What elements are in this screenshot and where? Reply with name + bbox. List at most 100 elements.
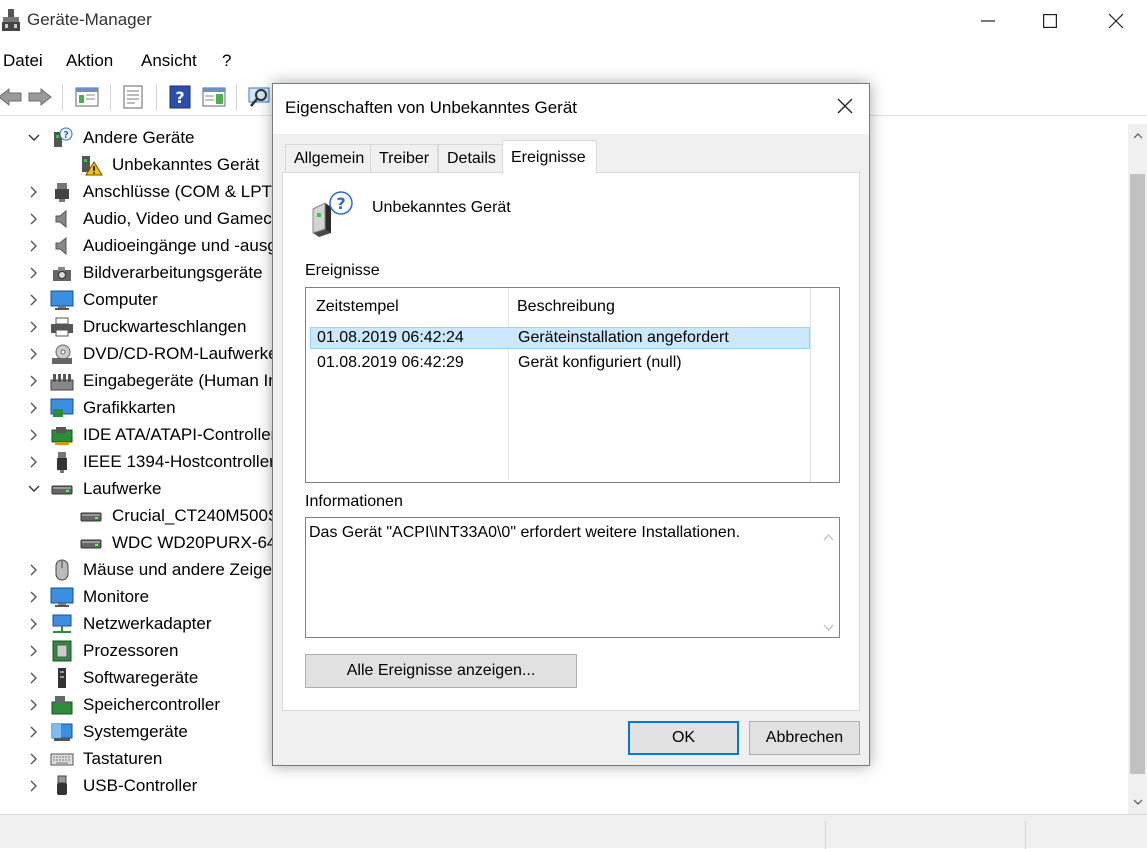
- scan-hardware-icon[interactable]: [246, 83, 274, 111]
- chevron-right-icon[interactable]: [27, 563, 41, 577]
- forward-arrow-icon[interactable]: [26, 83, 54, 111]
- scrollbar-thumb[interactable]: [1130, 174, 1145, 774]
- column-header-beschreibung[interactable]: Beschreibung: [517, 298, 615, 316]
- svg-text:?: ?: [336, 194, 345, 213]
- menu-bar: Datei Aktion Ansicht ?: [0, 46, 1147, 76]
- scroll-down-icon[interactable]: [823, 616, 834, 636]
- storage-controller-icon: [50, 694, 74, 716]
- tree-label: Netzwerkadapter: [83, 614, 212, 633]
- chevron-right-icon[interactable]: [27, 455, 41, 469]
- device-name: Unbekanntes Gerät: [372, 199, 511, 216]
- tree-label: Unbekanntes Gerät: [112, 155, 260, 174]
- unknown-device-icon: ?: [309, 189, 355, 239]
- properties-dialog: Eigenschaften von Unbekanntes Gerät Allg…: [272, 83, 870, 766]
- tree-label: IEEE 1394-Hostcontroller: [83, 452, 275, 471]
- chevron-right-icon[interactable]: [27, 293, 41, 307]
- tree-node-usb-controller[interactable]: USB-Controller: [0, 773, 1128, 800]
- dialog-title-bar: Eigenschaften von Unbekanntes Gerät: [273, 84, 869, 134]
- event-row[interactable]: 01.08.2019 06:42:24 Geräteinstallation a…: [310, 327, 810, 349]
- cpu-icon: [50, 640, 74, 662]
- mouse-icon: [50, 559, 74, 581]
- dialog-title: Eigenschaften von Unbekanntes Gerät: [285, 98, 578, 117]
- info-textbox[interactable]: Das Gerät "ACPI\INT33A0\0" erfordert wei…: [305, 517, 840, 638]
- printer-icon: [50, 316, 74, 338]
- usb-icon: [50, 775, 74, 797]
- action-pane-icon[interactable]: [200, 83, 228, 111]
- chevron-right-icon[interactable]: [27, 644, 41, 658]
- close-window-button[interactable]: [1085, 0, 1147, 42]
- back-arrow-icon[interactable]: [0, 83, 24, 111]
- tab-ereignisse[interactable]: Ereignisse: [502, 140, 597, 174]
- tree-label: USB-Controller: [83, 776, 198, 795]
- minimize-button[interactable]: [957, 0, 1019, 42]
- tab-allgemein[interactable]: Allgemein: [285, 144, 374, 172]
- chevron-down-icon[interactable]: [27, 131, 41, 145]
- software-device-icon: [50, 667, 74, 689]
- window-title: Geräte-Manager: [27, 10, 152, 29]
- ok-button[interactable]: OK: [628, 721, 739, 755]
- system-icon: [50, 721, 74, 743]
- chevron-right-icon[interactable]: [27, 212, 41, 226]
- drive-icon: [79, 505, 103, 527]
- events-list[interactable]: Zeitstempel Beschreibung 01.08.2019 06:4…: [305, 287, 840, 483]
- tree-label: Anschlüsse (COM & LPT): [83, 182, 278, 201]
- chevron-right-icon[interactable]: [27, 698, 41, 712]
- tree-label: Bildverarbeitungsgeräte: [83, 263, 263, 282]
- tree-label: Tastaturen: [83, 749, 163, 768]
- speaker-icon: [50, 235, 74, 257]
- chevron-down-icon[interactable]: [27, 482, 41, 496]
- menu-help[interactable]: ?: [222, 51, 231, 71]
- chevron-right-icon[interactable]: [27, 428, 41, 442]
- chevron-right-icon[interactable]: [27, 347, 41, 361]
- event-description: Geräteinstallation angefordert: [518, 329, 729, 346]
- chevron-right-icon[interactable]: [27, 239, 41, 253]
- title-bar: Geräte-Manager: [0, 0, 1147, 42]
- help-icon[interactable]: ?: [166, 83, 194, 111]
- info-section-label: Informationen: [305, 493, 403, 510]
- tab-treiber[interactable]: Treiber: [370, 144, 439, 172]
- show-hide-console-tree-icon[interactable]: [73, 83, 101, 111]
- unknown-device-icon: ?: [50, 127, 74, 149]
- keyboard-icon: [50, 748, 74, 770]
- svg-text:?: ?: [175, 88, 184, 107]
- menu-ansicht[interactable]: Ansicht: [141, 51, 197, 71]
- chevron-right-icon[interactable]: [27, 752, 41, 766]
- tree-label: Computer: [83, 290, 158, 309]
- maximize-button[interactable]: [1019, 0, 1081, 42]
- properties-icon[interactable]: [119, 83, 147, 111]
- chevron-right-icon[interactable]: [27, 374, 41, 388]
- chevron-right-icon[interactable]: [27, 590, 41, 604]
- column-header-zeitstempel[interactable]: Zeitstempel: [316, 298, 399, 316]
- tree-label: Speichercontroller: [83, 695, 221, 714]
- camera-icon: [50, 262, 74, 284]
- dialog-close-icon[interactable]: [835, 96, 855, 116]
- svg-text:?: ?: [63, 130, 69, 141]
- drive-icon: [79, 532, 103, 554]
- scroll-down-icon[interactable]: [1128, 792, 1147, 812]
- chevron-right-icon[interactable]: [27, 266, 41, 280]
- event-row[interactable]: 01.08.2019 06:42:29 Gerät konfiguriert (…: [310, 353, 810, 375]
- chevron-right-icon[interactable]: [27, 779, 41, 793]
- all-events-button[interactable]: Alle Ereignisse anzeigen...: [305, 654, 577, 688]
- chevron-right-icon[interactable]: [27, 320, 41, 334]
- cancel-button[interactable]: Abbrechen: [749, 721, 860, 755]
- tab-details[interactable]: Details: [438, 144, 505, 172]
- chevron-right-icon[interactable]: [27, 725, 41, 739]
- chevron-right-icon[interactable]: [27, 401, 41, 415]
- column-separator: [508, 288, 509, 480]
- list-separator: [810, 288, 811, 482]
- event-time: 01.08.2019 06:42:24: [317, 329, 464, 346]
- menu-aktion[interactable]: Aktion: [66, 51, 113, 71]
- events-section-label: Ereignisse: [305, 262, 380, 279]
- network-icon: [50, 613, 74, 635]
- chevron-right-icon[interactable]: [27, 671, 41, 685]
- scroll-up-icon[interactable]: [823, 526, 834, 546]
- menu-datei[interactable]: Datei: [3, 51, 43, 71]
- vertical-scrollbar[interactable]: [1128, 124, 1147, 814]
- info-scrollbar[interactable]: [819, 518, 839, 637]
- monitor-icon: [50, 586, 74, 608]
- chevron-right-icon[interactable]: [27, 185, 41, 199]
- chevron-right-icon[interactable]: [27, 617, 41, 631]
- status-bar: [0, 814, 1147, 849]
- scroll-up-icon[interactable]: [1128, 126, 1147, 146]
